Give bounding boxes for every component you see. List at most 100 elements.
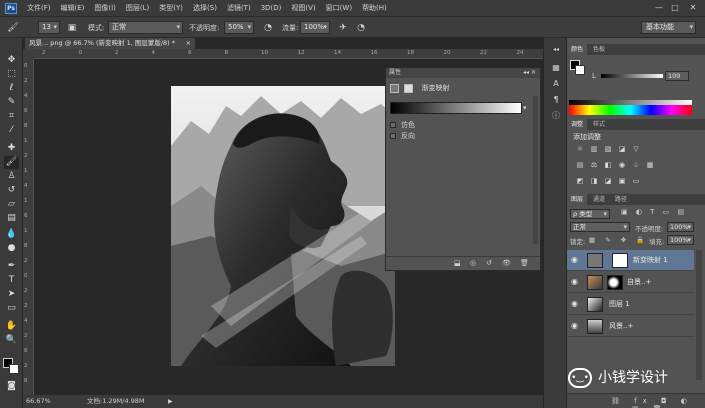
collapse-icon[interactable]: ◂◂ — [550, 44, 562, 56]
vibrance-icon[interactable]: ▽ — [632, 145, 640, 153]
minimize-button[interactable]: — — [652, 2, 666, 13]
layer-name[interactable]: 图层 1 — [609, 299, 630, 309]
menu-select[interactable]: 选择(S) — [188, 3, 222, 13]
menu-help[interactable]: 帮助(H) — [357, 3, 392, 13]
selective-color-icon[interactable]: ▣ — [618, 177, 626, 185]
gradient-dropdown-icon[interactable]: ▾ — [523, 102, 531, 114]
panel-menu-icon[interactable]: ◂◂ ✕ — [523, 68, 536, 78]
tab-color[interactable]: 颜色 — [567, 44, 588, 55]
zoom-level[interactable]: 66.67% — [26, 395, 51, 408]
menu-layer[interactable]: 图层(L) — [121, 3, 154, 13]
visibility-icon[interactable]: 👁 — [502, 259, 511, 267]
background-color-swatch[interactable] — [9, 364, 19, 374]
fill-input[interactable]: 100% — [667, 235, 694, 245]
tab-channels[interactable]: 通道 — [589, 194, 609, 205]
tab-layers[interactable]: 图层 — [567, 194, 588, 205]
workspace-select[interactable]: 基本功能 — [641, 21, 696, 34]
layer-row[interactable]: ◉ 图层 1 — [567, 294, 694, 315]
eye-icon[interactable]: ◉ — [571, 255, 581, 265]
channel-mixer-icon[interactable]: ♧ — [632, 161, 640, 169]
reset-icon[interactable]: ↺ — [486, 259, 492, 267]
shape-tool-icon[interactable]: ▭ — [4, 302, 19, 315]
flow-input[interactable]: 100% — [300, 21, 330, 34]
blend-mode-select[interactable]: 正常 — [570, 222, 630, 232]
menu-type[interactable]: 类型(Y) — [154, 3, 188, 13]
color-balance-icon[interactable]: ⚖ — [590, 161, 598, 169]
eye-icon[interactable]: ◉ — [571, 321, 581, 331]
brush-panel-icon[interactable]: ▣ — [66, 22, 78, 34]
menu-filter[interactable]: 滤镜(T) — [222, 3, 256, 13]
tab-adjustments[interactable]: 调整 — [567, 119, 588, 130]
posterize-icon[interactable]: ◨ — [590, 177, 598, 185]
layer-action-icons[interactable]: ⛓ fx ◘ ◐ ▭ ▣ 🗑 — [611, 397, 705, 408]
mask-thumb[interactable] — [607, 275, 623, 290]
crop-tool-icon[interactable]: ⌗ — [4, 110, 19, 123]
mask-icon[interactable] — [404, 83, 414, 93]
character-panel-icon[interactable]: A — [550, 78, 562, 90]
photo-filter-icon[interactable]: ◉ — [618, 161, 626, 169]
layer-row[interactable]: ◉ 风景..+ — [567, 316, 694, 337]
marquee-tool-icon[interactable]: ⬚ — [4, 68, 19, 81]
tab-close-icon[interactable]: × — [186, 38, 191, 49]
dodge-tool-icon[interactable]: ● — [4, 242, 19, 255]
info-panel-icon[interactable]: ⓘ — [550, 110, 562, 122]
layers-scrollbar[interactable] — [696, 250, 702, 380]
brightness-icon[interactable]: ☼ — [576, 145, 584, 153]
layer-row[interactable]: ◉ 自景..+ — [567, 272, 694, 293]
properties-scrollbar[interactable] — [533, 96, 538, 244]
document-image[interactable] — [171, 86, 395, 366]
airbrush-icon[interactable]: ✈ — [337, 22, 349, 34]
menu-3d[interactable]: 3D(D) — [256, 4, 287, 12]
menu-edit[interactable]: 编辑(E) — [56, 3, 90, 13]
layer-name[interactable]: 自景..+ — [627, 277, 651, 287]
close-window-button[interactable]: ✕ — [686, 2, 700, 13]
dither-checkbox[interactable]: 仿色 — [390, 120, 450, 130]
lasso-tool-icon[interactable]: ℓ — [4, 82, 19, 95]
history-panel-icon[interactable]: ▦ — [550, 62, 562, 74]
healing-brush-tool-icon[interactable]: ✚ — [4, 142, 19, 155]
tab-paths[interactable]: 路径 — [611, 194, 631, 205]
layer-name[interactable]: 风景..+ — [609, 321, 633, 331]
maximize-button[interactable]: □ — [668, 2, 682, 13]
brush-tool-icon[interactable]: 🖌 — [6, 22, 20, 34]
menu-image[interactable]: 图像(I) — [89, 3, 121, 13]
history-brush-tool-icon[interactable]: ↺ — [4, 184, 19, 197]
brush-tool-icon[interactable]: 🖌 — [4, 156, 19, 169]
path-select-tool-icon[interactable]: ➤ — [4, 288, 19, 301]
eye-icon[interactable]: ◉ — [571, 299, 581, 309]
document-tab[interactable]: 风景... png @ 66.7% (新变映射 1, 图层蒙版/8) * × — [25, 38, 195, 49]
lightness-slider[interactable] — [601, 74, 663, 78]
hue-sat-icon[interactable]: ▤ — [576, 161, 584, 169]
gradient-tool-icon[interactable]: ▤ — [4, 212, 19, 225]
opacity-input[interactable]: 50% — [224, 21, 254, 34]
menu-view[interactable]: 视图(V) — [286, 3, 320, 13]
gradient-map-icon[interactable]: ▭ — [632, 177, 640, 185]
eyedropper-tool-icon[interactable]: ⁄ — [4, 124, 19, 137]
delete-icon[interactable]: 🗑 — [520, 259, 529, 267]
color-lookup-icon[interactable]: ▦ — [646, 161, 654, 169]
pen-tool-icon[interactable]: ✒ — [4, 260, 19, 273]
quick-mask-icon[interactable]: ◙ — [4, 380, 19, 393]
type-tool-icon[interactable]: T — [4, 274, 19, 287]
layer-kind-filter[interactable]: ρ 类型 — [570, 209, 610, 219]
blur-tool-icon[interactable]: 💧 — [4, 228, 19, 241]
tab-styles[interactable]: 样式 — [589, 119, 609, 130]
threshold-icon[interactable]: ◪ — [604, 177, 612, 185]
view-previous-icon[interactable]: ◎ — [470, 259, 476, 267]
clip-to-layer-icon[interactable]: ⬓ — [454, 259, 461, 267]
brush-size-picker[interactable]: 13 — [38, 21, 60, 34]
eye-icon[interactable]: ◉ — [571, 277, 581, 287]
move-tool-icon[interactable]: ✥ — [4, 54, 19, 67]
quick-select-tool-icon[interactable]: ✎ — [4, 96, 19, 109]
pressure-size-icon[interactable]: ◔ — [355, 22, 367, 34]
lock-icons[interactable]: ▦ ✎ ✥ 🔒 — [589, 236, 648, 244]
layer-opacity-input[interactable]: 100% — [667, 222, 694, 232]
layer-name[interactable]: 新变映射 1 — [633, 255, 668, 265]
lightness-value[interactable]: 100 — [665, 71, 689, 81]
gradient-bar[interactable] — [390, 102, 522, 114]
bw-icon[interactable]: ◧ — [604, 161, 612, 169]
color-bg-swatch[interactable] — [575, 65, 585, 75]
layer-filter-icons[interactable]: ▣ ◐ T ▭ ▤ — [621, 208, 687, 216]
invert-icon[interactable]: ◩ — [576, 177, 584, 185]
curves-icon[interactable]: ▧ — [604, 145, 612, 153]
